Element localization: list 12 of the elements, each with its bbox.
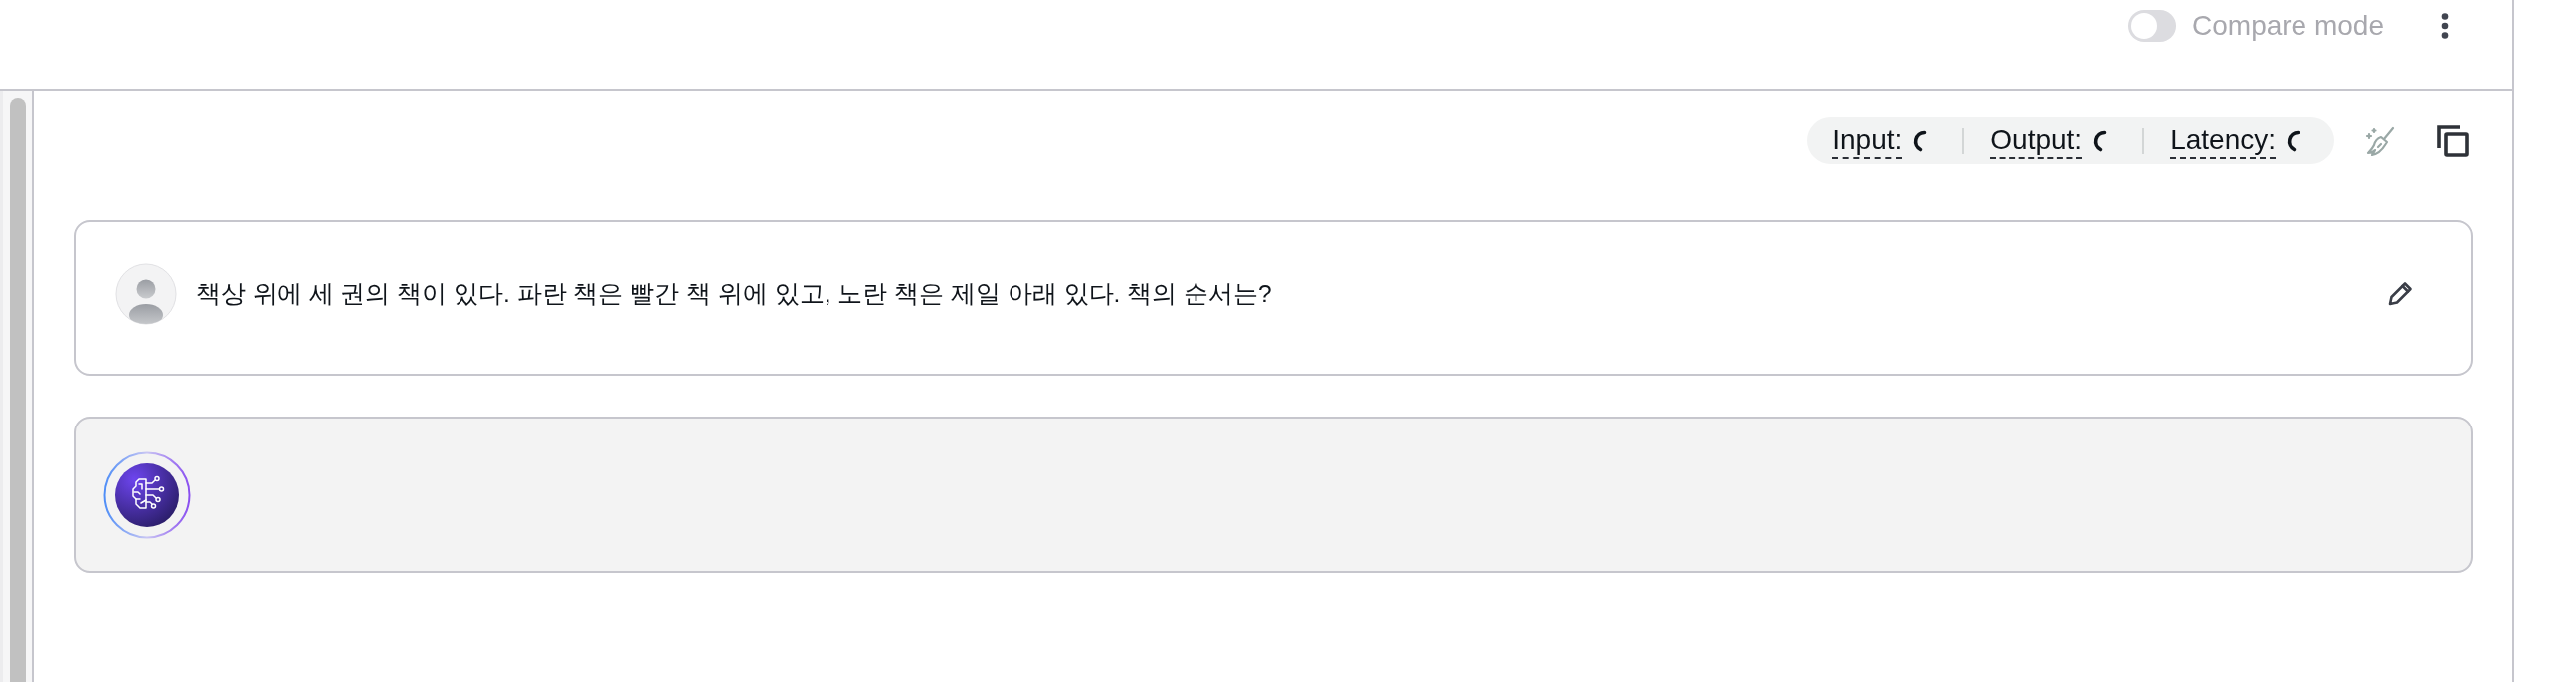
message-text: 책상 위에 세 권의 책이 있다. 파란 책은 빨간 책 위에 있고, 노란 책은 제일 아래 있다. 책의 순서는? bbox=[196, 278, 1272, 309]
metric-label[interactable]: Latency: bbox=[2170, 122, 2276, 159]
compare-mode-label: Compare mode bbox=[2192, 10, 2384, 42]
broom-icon bbox=[2365, 124, 2397, 157]
brain-circuit-avatar-icon bbox=[103, 450, 191, 539]
metric-label[interactable]: Output: bbox=[1990, 122, 2083, 159]
pencil-icon bbox=[2386, 279, 2414, 308]
vertical-dots-icon bbox=[2441, 13, 2449, 39]
metric-label[interactable]: Input: bbox=[1832, 122, 1903, 159]
user-avatar-silhouette-icon bbox=[115, 262, 177, 325]
scrollbar-thumb[interactable] bbox=[10, 98, 26, 682]
copy-icon bbox=[2436, 123, 2470, 158]
